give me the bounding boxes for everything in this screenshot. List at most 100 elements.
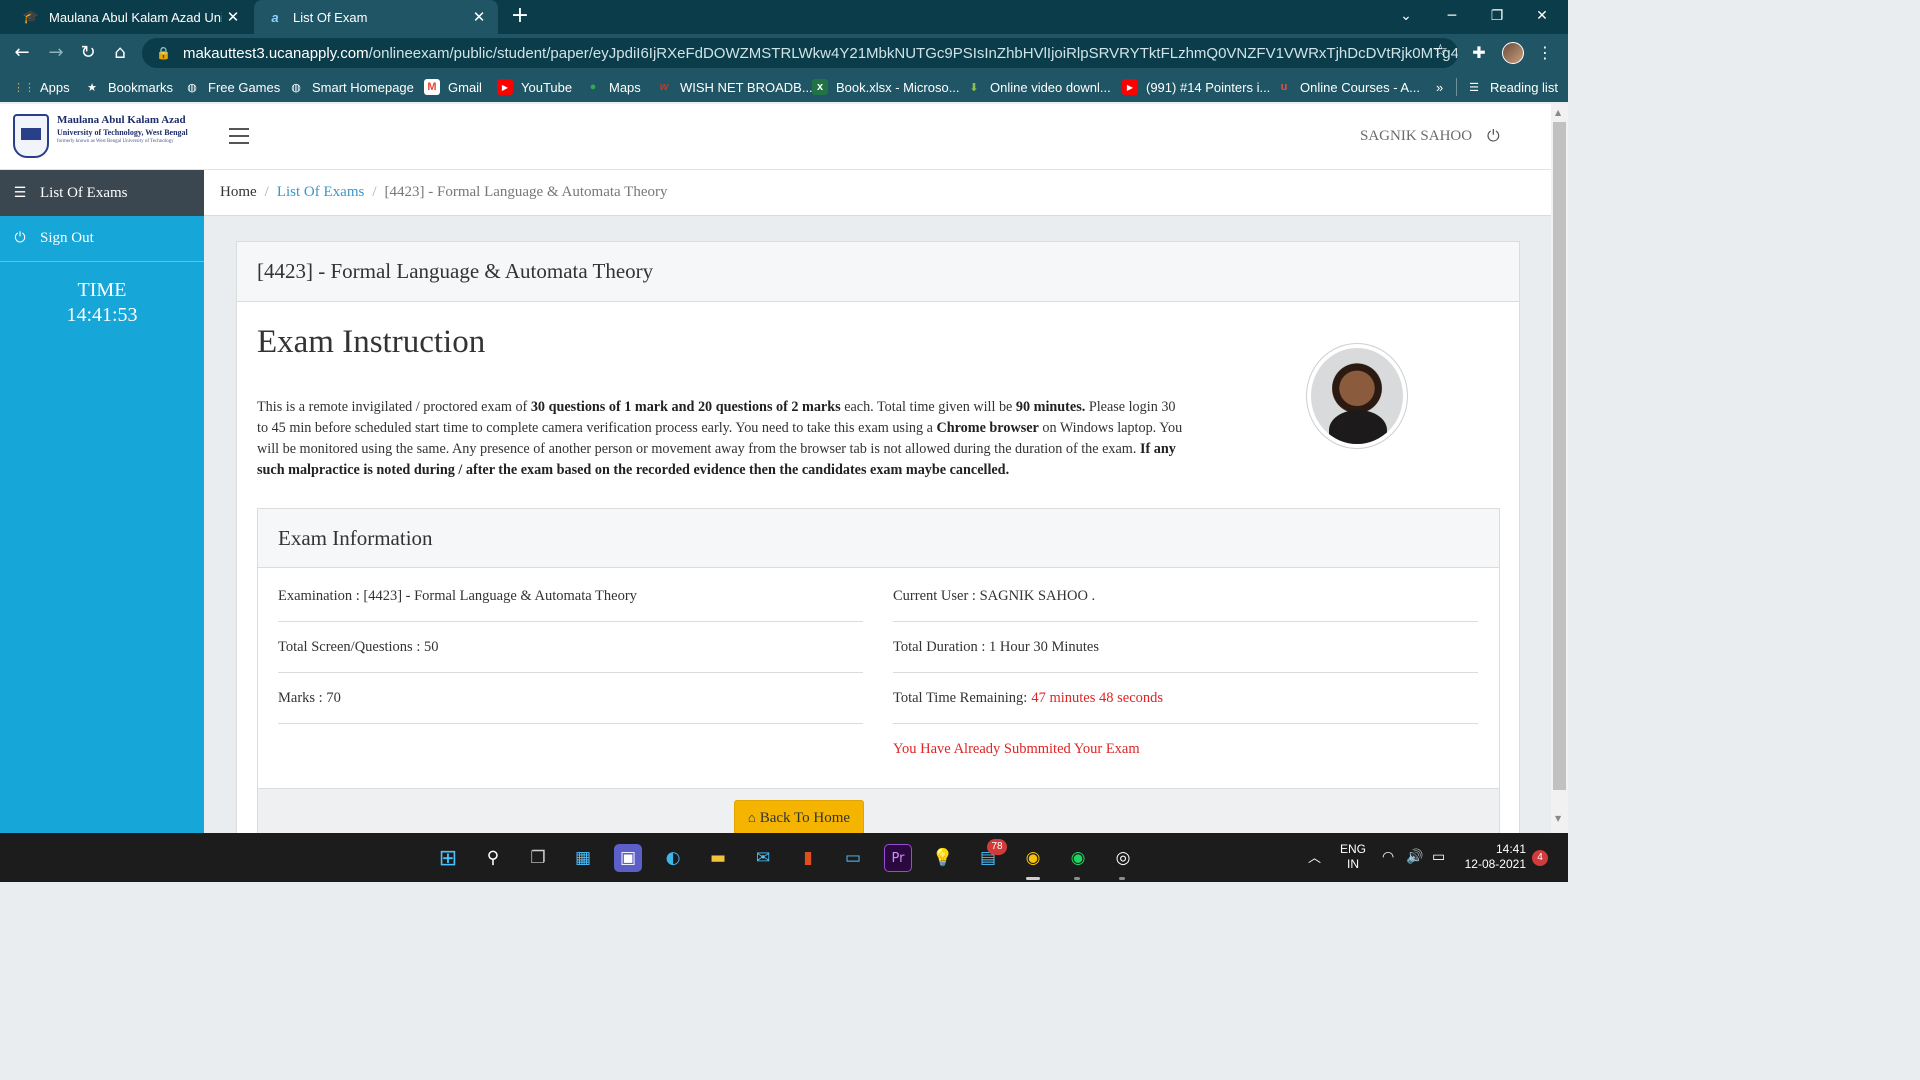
- reading-list-button[interactable]: ☰ Reading list: [1466, 79, 1558, 95]
- home-icon[interactable]: ⌂: [106, 39, 134, 67]
- task-view-icon[interactable]: ❐: [524, 844, 552, 872]
- menu-hamburger-icon[interactable]: [229, 128, 249, 144]
- monitor-app-icon[interactable]: ▭: [839, 844, 867, 872]
- gmail-icon: M: [424, 79, 440, 95]
- sidebar-item-list-of-exams[interactable]: ☰ List Of Exams: [0, 170, 204, 216]
- divider: [1456, 78, 1457, 96]
- address-toolbar: ← → ↻ ⌂ 🔒 makauttest3.ucanapply.com/onli…: [0, 34, 1568, 72]
- youtube-icon: ▶: [1122, 79, 1138, 95]
- restore-icon[interactable]: ❐: [1475, 0, 1519, 34]
- breadcrumb-home[interactable]: Home: [220, 184, 257, 201]
- bookmark-star-icon[interactable]: ☆: [1433, 41, 1448, 61]
- tab-search-icon[interactable]: ⌄: [1384, 0, 1428, 34]
- bookmark-video-downloader[interactable]: ⬇ Online video downl...: [966, 79, 1110, 95]
- back-arrow-icon[interactable]: ←: [8, 39, 36, 67]
- browser-tab-makaut[interactable]: 🎓 Maulana Abul Kalam Azad Univer ✕: [8, 0, 252, 34]
- sidebar-item-label: List Of Exams: [40, 184, 128, 201]
- time-remaining-label: Total Time Remaining:: [893, 689, 1028, 706]
- bookmarks-overflow-button[interactable]: »: [1436, 79, 1443, 95]
- scroll-down-icon[interactable]: ▼: [1555, 814, 1561, 823]
- url-host: makauttest3.ucanapply.com: [182, 44, 369, 62]
- back-to-home-button[interactable]: ⌂ Back To Home: [734, 800, 864, 833]
- tips-lightbulb-icon[interactable]: 💡: [929, 844, 957, 872]
- browser-tab-list-of-exam[interactable]: a List Of Exam ✕: [254, 0, 498, 34]
- tab-title: Maulana Abul Kalam Azad Univer: [49, 9, 222, 25]
- bookmark-smart-homepage[interactable]: ◍ Smart Homepage: [288, 79, 414, 95]
- power-icon[interactable]: ⏻: [1487, 126, 1500, 146]
- logo-line-1: Maulana Abul Kalam Azad: [57, 114, 186, 126]
- time-label: TIME: [77, 279, 127, 301]
- bookmark-free-games[interactable]: ◍ Free Games: [184, 79, 280, 95]
- breadcrumb: Home / List Of Exams / [4423] - Formal L…: [204, 170, 1551, 216]
- teams-chat-icon[interactable]: ▣: [614, 844, 642, 872]
- office-icon[interactable]: ▮: [794, 844, 822, 872]
- bookmark-online-courses[interactable]: u Online Courses - A...: [1276, 79, 1420, 95]
- forward-arrow-icon[interactable]: →: [42, 39, 70, 67]
- menu-kebab-icon[interactable]: ⋮: [1532, 40, 1558, 66]
- breadcrumb-current: [4423] - Formal Language & Automata Theo…: [384, 184, 668, 200]
- bookmark-wishnet[interactable]: w WISH NET BROADB...: [656, 79, 813, 95]
- widgets-icon[interactable]: ▦: [569, 844, 597, 872]
- instruction-text: This is a remote invigilated / proctored…: [257, 399, 1183, 478]
- notification-count-badge[interactable]: 4: [1532, 850, 1548, 866]
- ucan-icon: a: [271, 9, 279, 25]
- wifi-icon[interactable]: ◠: [1382, 848, 1394, 865]
- camera-app-icon[interactable]: ◎: [1109, 844, 1137, 872]
- graduation-cap-icon: 🎓: [22, 9, 40, 24]
- scrollbar-thumb[interactable]: [1553, 122, 1566, 790]
- volume-icon[interactable]: 🔊: [1406, 848, 1423, 865]
- close-icon[interactable]: ✕: [468, 8, 490, 26]
- bookmark-pointers-video[interactable]: ▶ (991) #14 Pointers i...: [1122, 79, 1270, 95]
- new-tab-button[interactable]: +: [508, 4, 532, 30]
- active-app-indicator: [1026, 877, 1040, 880]
- scroll-up-icon[interactable]: ▲: [1555, 108, 1561, 117]
- download-arrow-icon: ⬇: [969, 81, 979, 94]
- examination-row: Examination : [4423] - Formal Language &…: [278, 571, 863, 622]
- current-user-name: SAGNIK SAHOO: [1360, 128, 1473, 144]
- edge-browser-icon[interactable]: ◐: [659, 844, 687, 872]
- bookmark-maps[interactable]: ● Maps: [585, 79, 641, 95]
- premiere-pro-icon[interactable]: Pr: [884, 844, 912, 872]
- breadcrumb-list-of-exams[interactable]: List Of Exams: [277, 184, 365, 201]
- breadcrumb-separator: /: [264, 184, 269, 200]
- globe-icon: ◍: [187, 81, 197, 94]
- file-explorer-icon[interactable]: ▬: [704, 844, 732, 872]
- running-app-indicator: [1074, 877, 1080, 880]
- lock-icon[interactable]: 🔒: [156, 46, 171, 60]
- search-icon[interactable]: ⚲: [479, 844, 507, 872]
- top-navbar: Maulana Abul Kalam Azad University of Te…: [0, 104, 1551, 170]
- system-clock[interactable]: 14:41 12-08-2021: [1460, 842, 1526, 872]
- minimize-icon[interactable]: ─: [1430, 0, 1474, 34]
- spotify-icon[interactable]: ◉: [1064, 844, 1092, 872]
- apps-grid-icon: ⋮⋮: [13, 81, 35, 94]
- excel-icon: x: [812, 79, 828, 95]
- battery-icon[interactable]: ▭: [1432, 848, 1445, 865]
- bookmark-bookmarks[interactable]: ★ Bookmarks: [84, 79, 173, 95]
- mail-icon[interactable]: ✉: [749, 844, 777, 872]
- time-remaining-value: 47 minutes 48 seconds: [1031, 689, 1164, 706]
- window-close-icon[interactable]: ✕: [1520, 0, 1564, 34]
- logo-line-2: University of Technology, West Bengal: [57, 128, 188, 137]
- extensions-puzzle-icon[interactable]: ✚: [1466, 40, 1492, 66]
- reload-icon[interactable]: ↻: [74, 39, 102, 67]
- chevron-up-icon[interactable]: ︿: [1308, 847, 1321, 866]
- total-questions-row: Total Screen/Questions : 50: [278, 622, 863, 673]
- profile-avatar[interactable]: [1502, 42, 1524, 64]
- university-logo[interactable]: Maulana Abul Kalam Azad University of Te…: [13, 114, 203, 160]
- windows-start-icon[interactable]: ⊞: [434, 844, 462, 872]
- star-icon: ★: [87, 81, 97, 94]
- address-bar[interactable]: 🔒 makauttest3.ucanapply.com/onlineexam/p…: [142, 38, 1458, 68]
- bookmark-apps[interactable]: ⋮⋮ Apps: [13, 79, 70, 95]
- page-scrollbar[interactable]: ▲ ▼: [1551, 104, 1568, 833]
- url-path: /onlineexam/public/student/paper/eyJpdiI…: [368, 44, 1458, 62]
- bookmark-gmail[interactable]: M Gmail: [424, 79, 482, 95]
- instruction-heading: Exam Instruction: [257, 324, 486, 360]
- language-indicator[interactable]: ENG IN: [1336, 842, 1370, 872]
- chrome-browser-icon[interactable]: ◉: [1019, 844, 1047, 872]
- bookmark-youtube[interactable]: ▶ YouTube: [497, 79, 572, 95]
- back-to-home-label: Back To Home: [759, 809, 851, 826]
- bookmark-book-xlsx[interactable]: x Book.xlsx - Microso...: [812, 79, 960, 95]
- total-duration-row: Total Duration : 1 Hour 30 Minutes: [893, 622, 1478, 673]
- close-icon[interactable]: ✕: [222, 8, 244, 26]
- sidebar-item-sign-out[interactable]: ⏻ Sign Out: [0, 216, 204, 262]
